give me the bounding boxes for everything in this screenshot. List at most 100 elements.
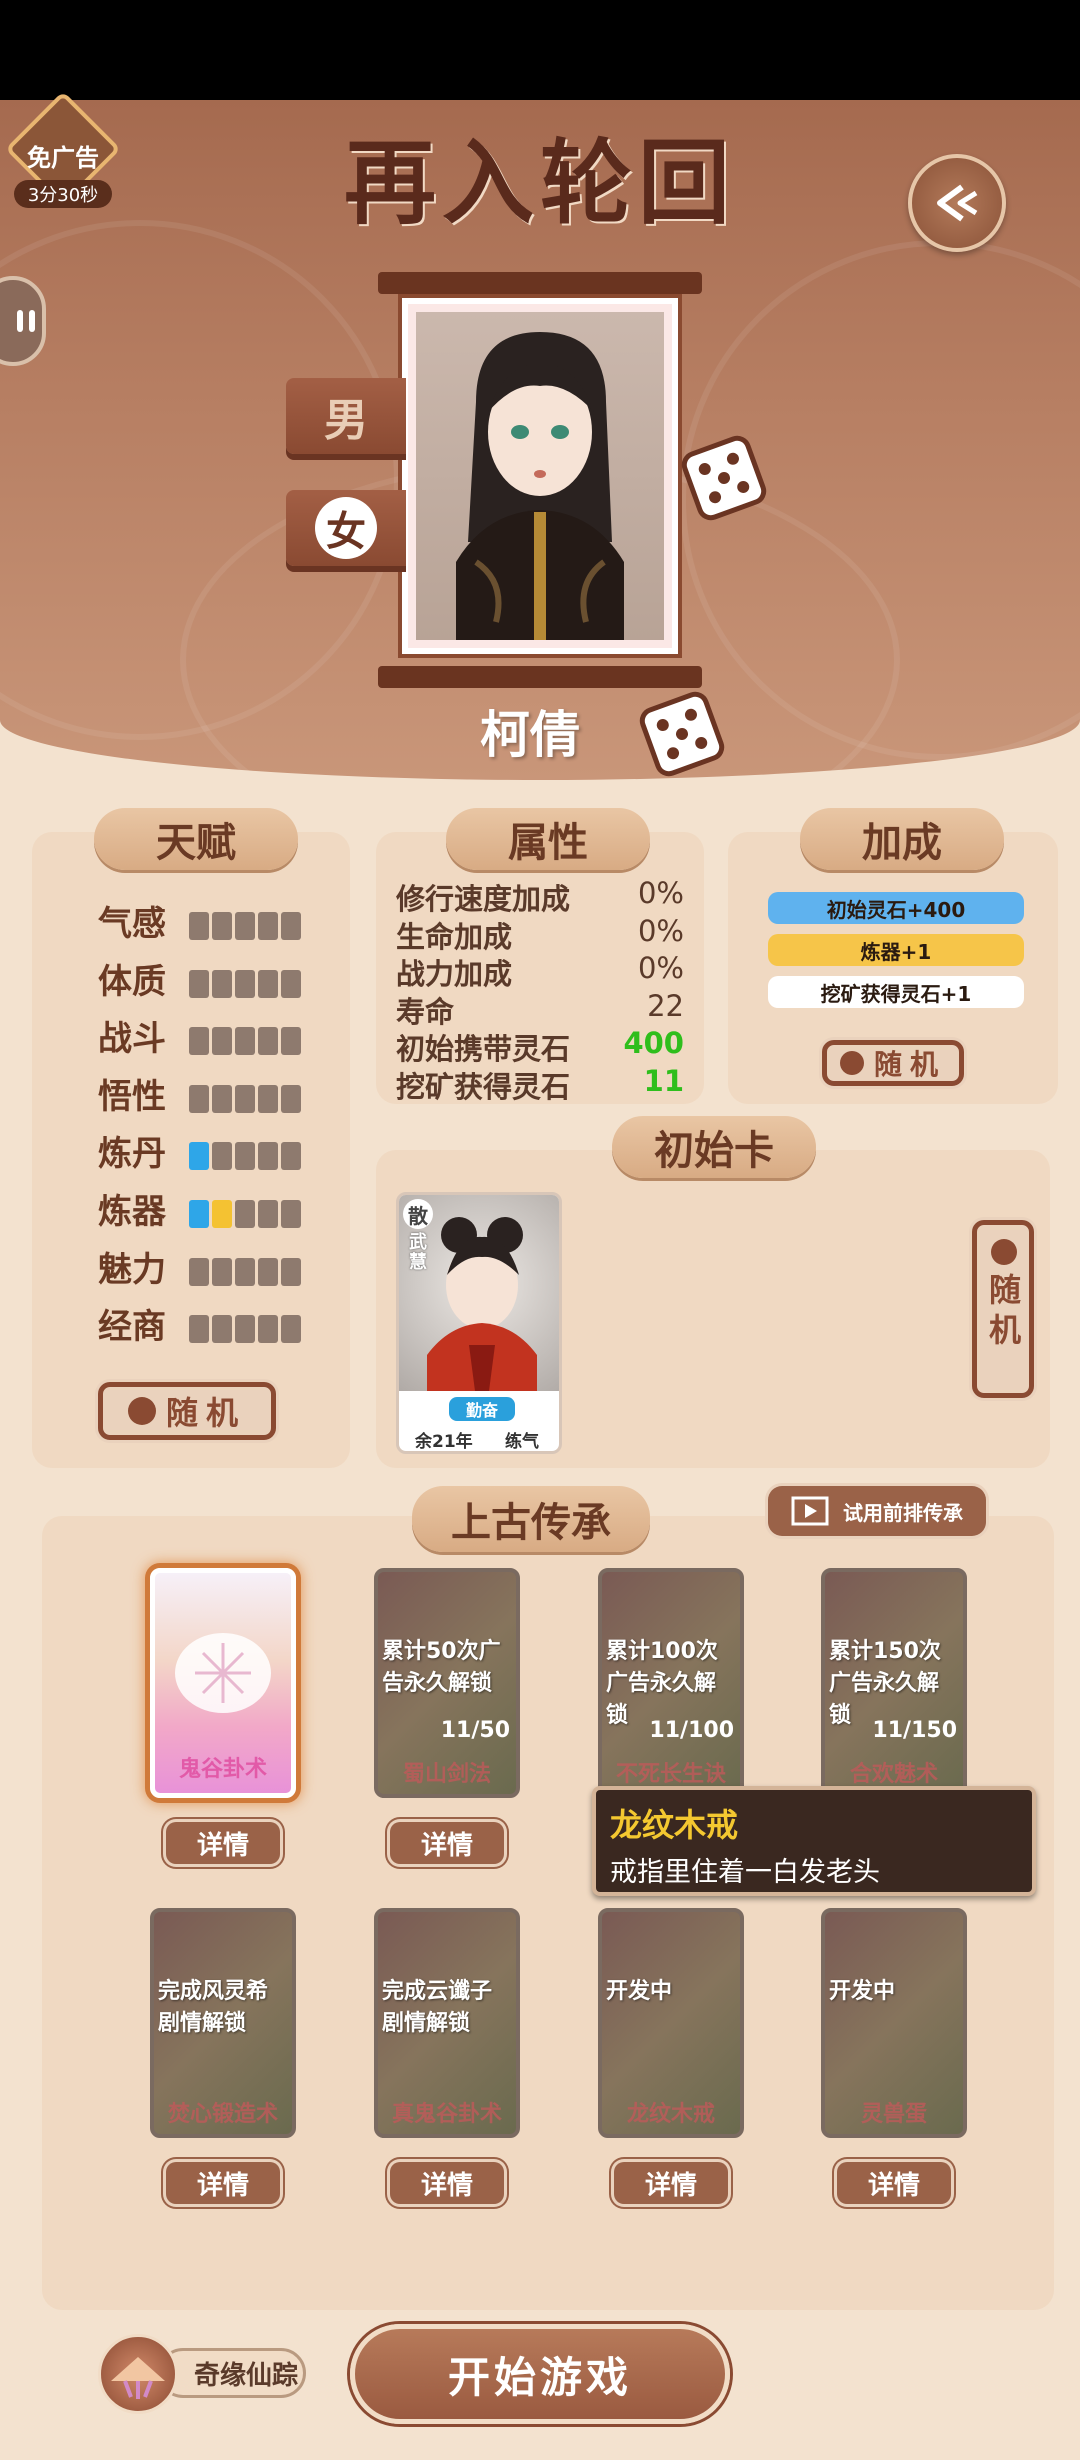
- talent-pip: [189, 1257, 209, 1286]
- talent-pip: [212, 1315, 232, 1344]
- talent-pip: [258, 1200, 278, 1228]
- heritage-card[interactable]: 累计50次广告永久解锁 11/50 蜀山剑法: [374, 1568, 520, 1798]
- attribute-value: 0%: [637, 876, 684, 910]
- scroll-top-bar: [378, 272, 702, 294]
- talent-pip: [281, 912, 301, 940]
- attribute-value: 0%: [637, 913, 684, 948]
- card-random-button[interactable]: 随机: [972, 1220, 1034, 1398]
- talent-row: 魅力: [32, 1244, 382, 1296]
- talent-pip: [212, 912, 232, 940]
- heritage-card-name: 龙纹木戒: [626, 2102, 715, 2127]
- talent-pip: [258, 1084, 278, 1113]
- talent-pip: [235, 1084, 255, 1113]
- card-subtag: 武慧: [409, 1232, 427, 1273]
- talent-pip: [235, 1142, 255, 1171]
- card-random-label: 随机: [984, 1273, 1022, 1353]
- talent-pip: [258, 969, 278, 998]
- page-title: 再入轮回: [343, 128, 736, 237]
- bonus-random-label: 随机: [873, 1048, 946, 1081]
- talent-pip: [235, 912, 255, 940]
- card-trait: 勤奋: [449, 1397, 515, 1421]
- heritage-detail-button[interactable]: 详情: [390, 1822, 504, 1864]
- attribute-name: 生命加成: [396, 919, 513, 954]
- attribute-value: 22: [647, 988, 684, 1023]
- attribute-value: 11: [643, 1063, 684, 1098]
- talent-pip: [189, 969, 209, 998]
- talent-pip: [258, 912, 278, 940]
- heritage-lock-text: 累计50次广告永久解锁: [382, 1639, 501, 1696]
- talent-pip: [189, 1200, 209, 1228]
- trial-heritage-label: 试用前排传承: [843, 1500, 963, 1525]
- talent-list: 气感 体质 战斗 悟性 炼丹 炼器 魅力 经商: [32, 898, 350, 1358]
- heritage-card-name: 焚心锻造术: [167, 2102, 278, 2127]
- attribute-row: 寿命 22: [394, 988, 684, 1029]
- back-chevron-icon: [937, 184, 978, 222]
- start-game-button[interactable]: 开始游戏: [350, 2324, 730, 2424]
- heritage-card[interactable]: 完成风灵希剧情解锁焚心锻造术: [150, 1908, 296, 2138]
- heritage-detail-button[interactable]: 详情: [614, 2162, 728, 2204]
- talent-pip: [258, 1142, 278, 1171]
- bonus-random-button[interactable]: 随机: [822, 1040, 964, 1086]
- initial-card-title: 初始卡: [612, 1116, 816, 1178]
- dice-icon: [839, 1051, 864, 1075]
- talent-label: 战斗: [98, 1019, 166, 1060]
- attribute-name: 寿命: [396, 994, 455, 1029]
- back-button[interactable]: [908, 154, 1006, 252]
- heritage-card[interactable]: 累计150次广告永久解锁 11/150 合欢魅术: [821, 1568, 967, 1798]
- talent-level-bar: [189, 1084, 301, 1113]
- talent-row: 炼器: [32, 1186, 382, 1238]
- heritage-card[interactable]: 完成云谶子剧情解锁 真鬼谷卦术: [374, 1908, 520, 2138]
- gender-male-tab[interactable]: 男: [286, 378, 406, 454]
- attribute-name: 挖矿获得灵石: [396, 1069, 571, 1104]
- talent-level-bar: [189, 1315, 301, 1344]
- talent-random-button[interactable]: 随机: [98, 1382, 276, 1440]
- talent-row: 气感: [32, 898, 382, 950]
- talent-label: 炼丹: [98, 1134, 166, 1175]
- talent-row: 战斗: [32, 1013, 382, 1065]
- no-ads-timer: 3分30秒: [14, 180, 112, 208]
- gender-female-tab[interactable]: 女: [286, 490, 406, 566]
- talent-pip: [258, 1257, 278, 1286]
- talent-title: 天赋: [94, 808, 298, 870]
- attribute-row: 挖矿获得灵石 11: [394, 1063, 684, 1104]
- attribute-row: 修行速度加成 0%: [394, 876, 684, 916]
- scroll-bottom-bar: [378, 666, 702, 688]
- bonus-item: 初始灵石+400: [768, 892, 1024, 924]
- attribute-name: 战力加成: [396, 957, 513, 991]
- talent-pip: [235, 1257, 255, 1286]
- talent-pip: [235, 1200, 255, 1228]
- attribute-name: 修行速度加成: [396, 882, 571, 916]
- talent-pip: [235, 1315, 255, 1344]
- talent-pip: [235, 969, 255, 998]
- initial-character-card[interactable]: 散 武慧 勤奋 余21年 练气: [396, 1192, 562, 1454]
- talent-pip: [189, 1027, 209, 1056]
- talent-random-label: 随机: [165, 1394, 246, 1432]
- heritage-lock-text: 完成风灵希剧情解锁: [158, 1979, 269, 2036]
- heritage-card[interactable]: 鬼谷卦术: [150, 1568, 296, 1798]
- heritage-detail-button[interactable]: 详情: [166, 2162, 280, 2204]
- start-game-label: 开始游戏: [447, 2352, 632, 2402]
- talent-pip: [189, 1084, 209, 1113]
- heritage-card[interactable]: 开发中 龙纹木戒: [598, 1908, 744, 2138]
- gender-male-label: 男: [324, 395, 368, 446]
- talent-pip: [281, 1027, 301, 1056]
- heritage-lock-text: 完成云谶子剧情解锁: [382, 1979, 493, 2036]
- heritage-card[interactable]: 开发中 灵兽蛋: [821, 1908, 967, 2138]
- heritage-card[interactable]: 累计100次广告永久解锁 11/100 不死长生诀: [598, 1568, 744, 1798]
- talent-pip: [212, 1084, 232, 1113]
- talent-label: 悟性: [98, 1076, 166, 1117]
- trial-heritage-button[interactable]: 试用前排传承: [768, 1486, 986, 1536]
- no-ads-label: 免广告: [27, 144, 99, 172]
- character-portrait-frame: [378, 272, 702, 690]
- heritage-card-name: 灵兽蛋: [860, 2102, 927, 2127]
- side-quest-button[interactable]: 奇缘仙踪: [98, 2334, 308, 2414]
- talent-pip: [212, 1200, 232, 1228]
- heritage-detail-button[interactable]: 详情: [166, 1822, 280, 1864]
- talent-pip: [189, 1142, 209, 1171]
- side-menu-button[interactable]: [0, 276, 46, 366]
- heritage-detail-button[interactable]: 详情: [837, 2162, 951, 2204]
- heritage-detail-button[interactable]: 详情: [390, 2162, 504, 2204]
- character-portrait: [416, 312, 664, 640]
- dice-icon: [127, 1397, 156, 1425]
- bonus-title: 加成: [800, 808, 1004, 870]
